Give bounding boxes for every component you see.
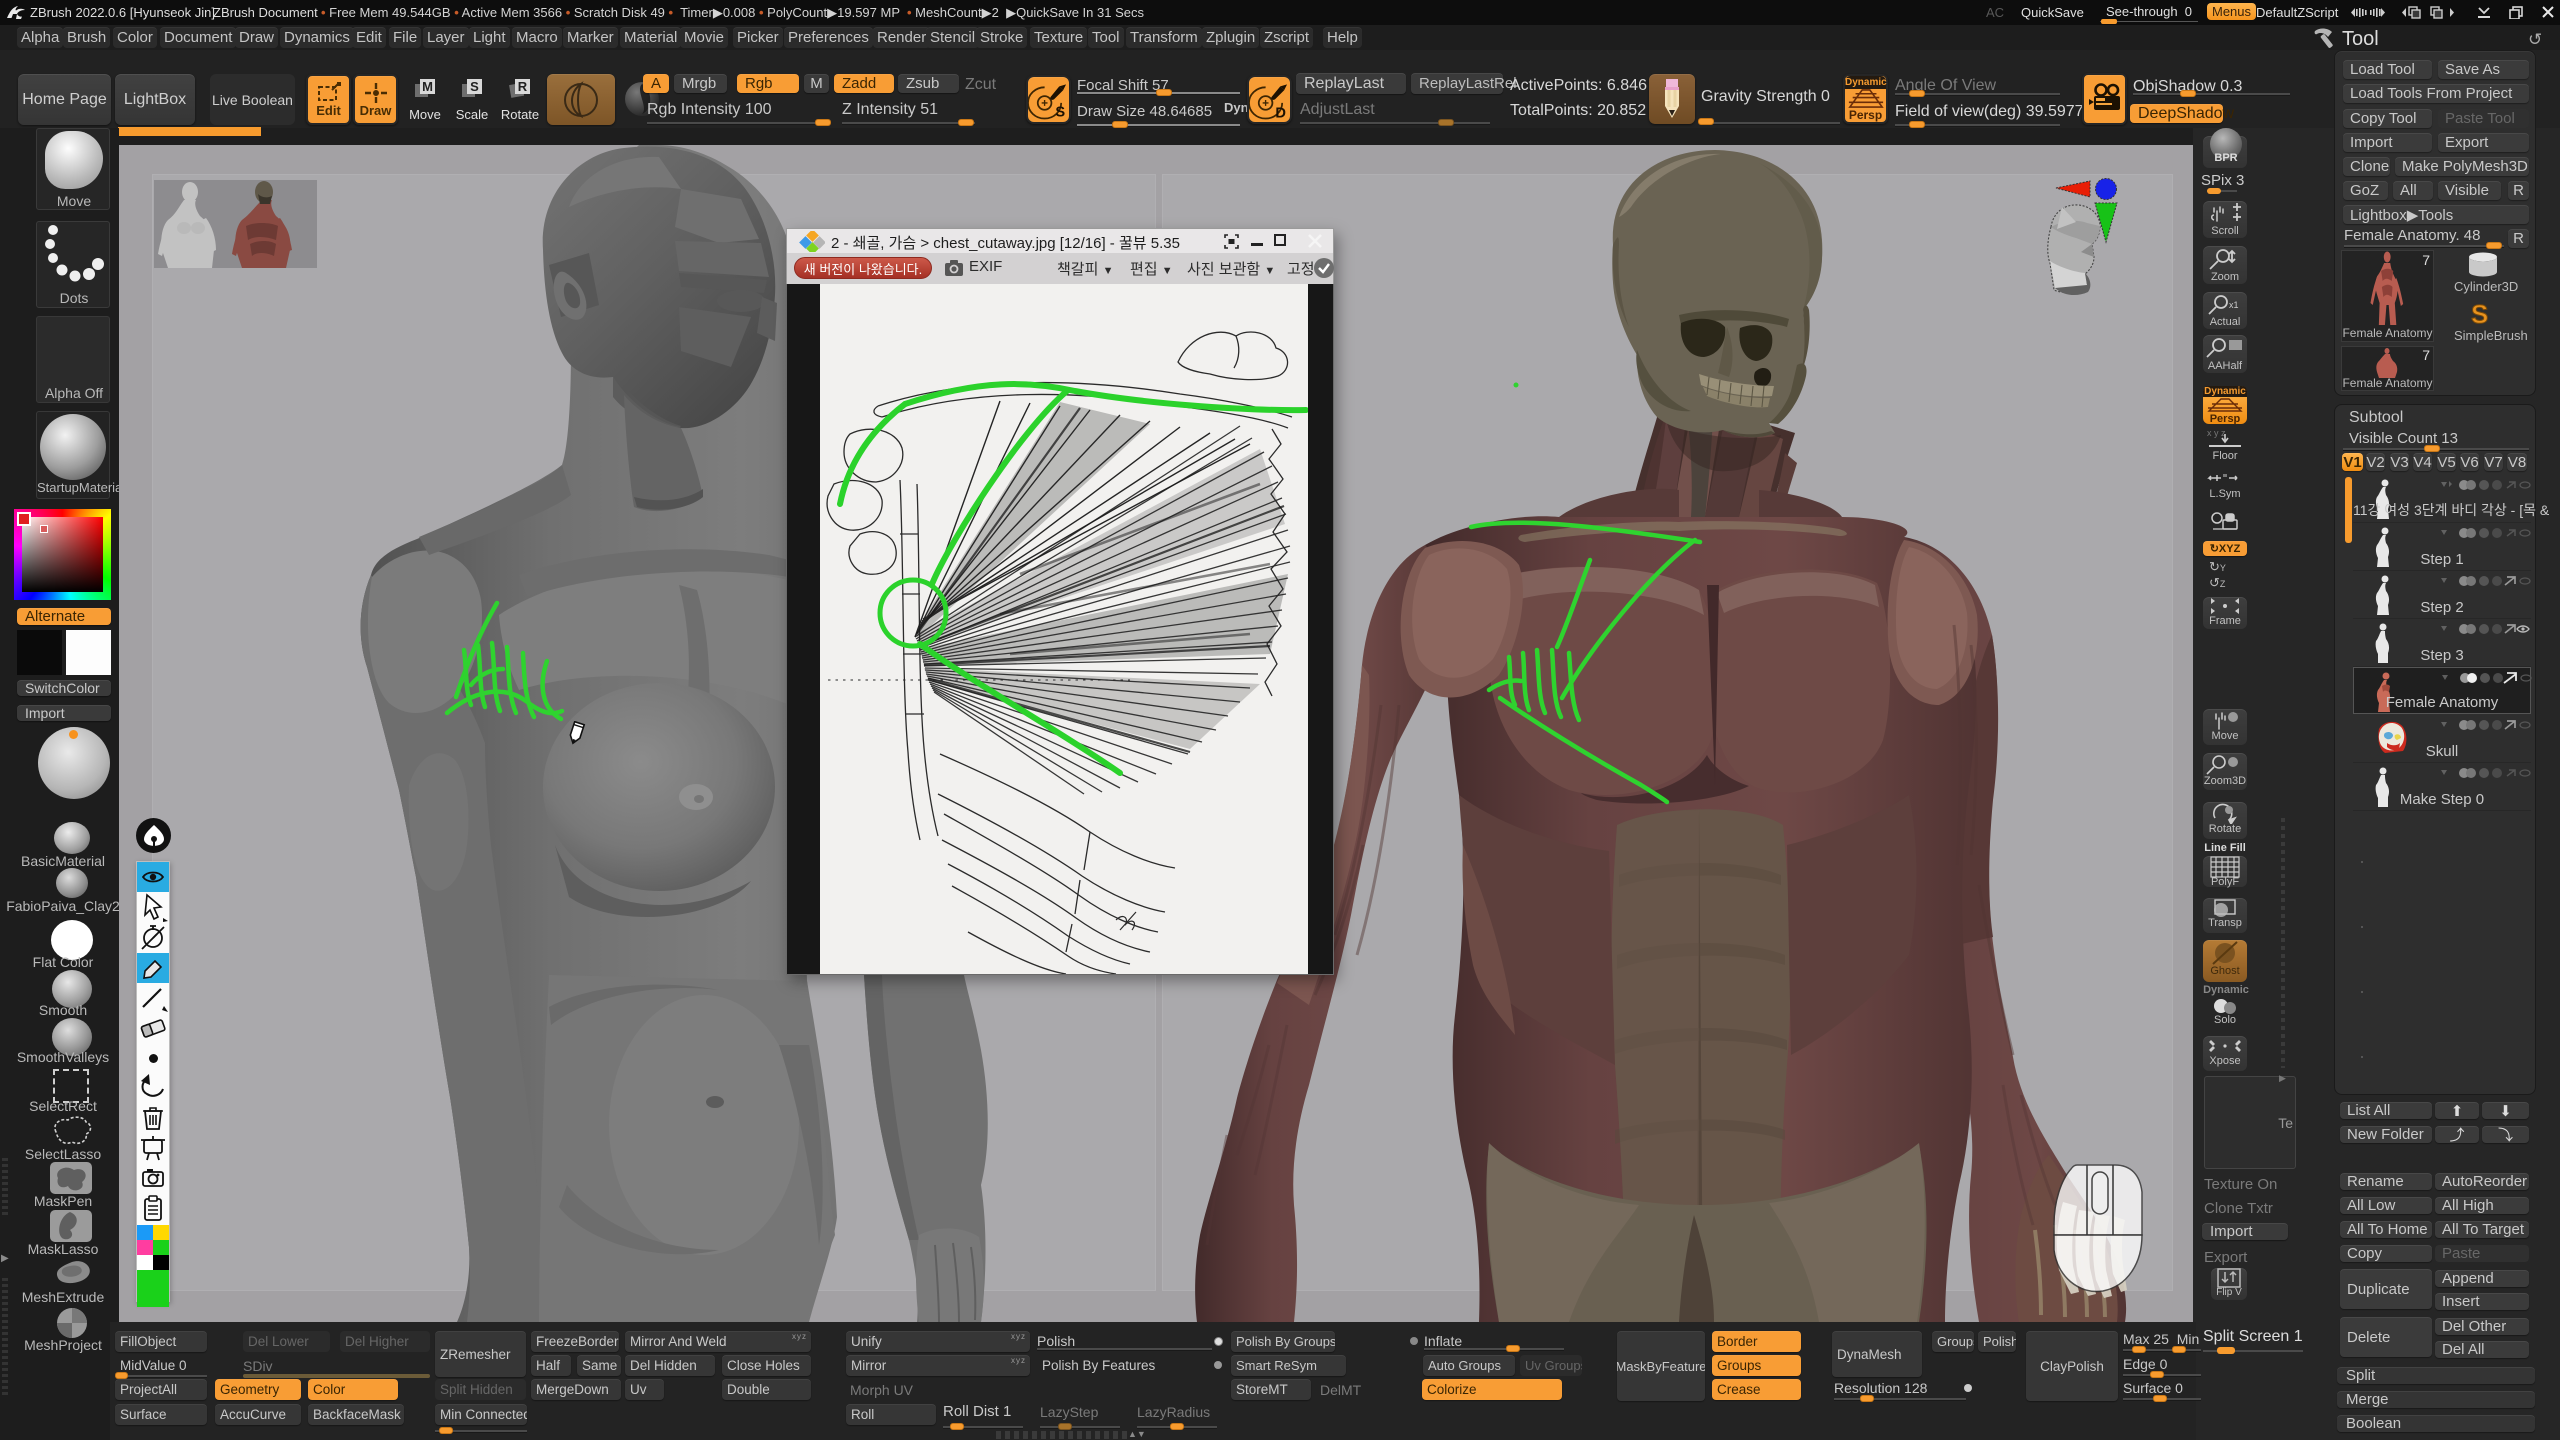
svg-text:D: D — [1275, 105, 1286, 121]
svg-text:x1: x1 — [2229, 300, 2239, 310]
svg-text:S: S — [470, 79, 479, 94]
svg-text:S: S — [1055, 104, 1065, 120]
svg-text:S: S — [2471, 299, 2488, 329]
svg-text:M: M — [422, 79, 433, 94]
svg-text:R: R — [518, 79, 528, 94]
